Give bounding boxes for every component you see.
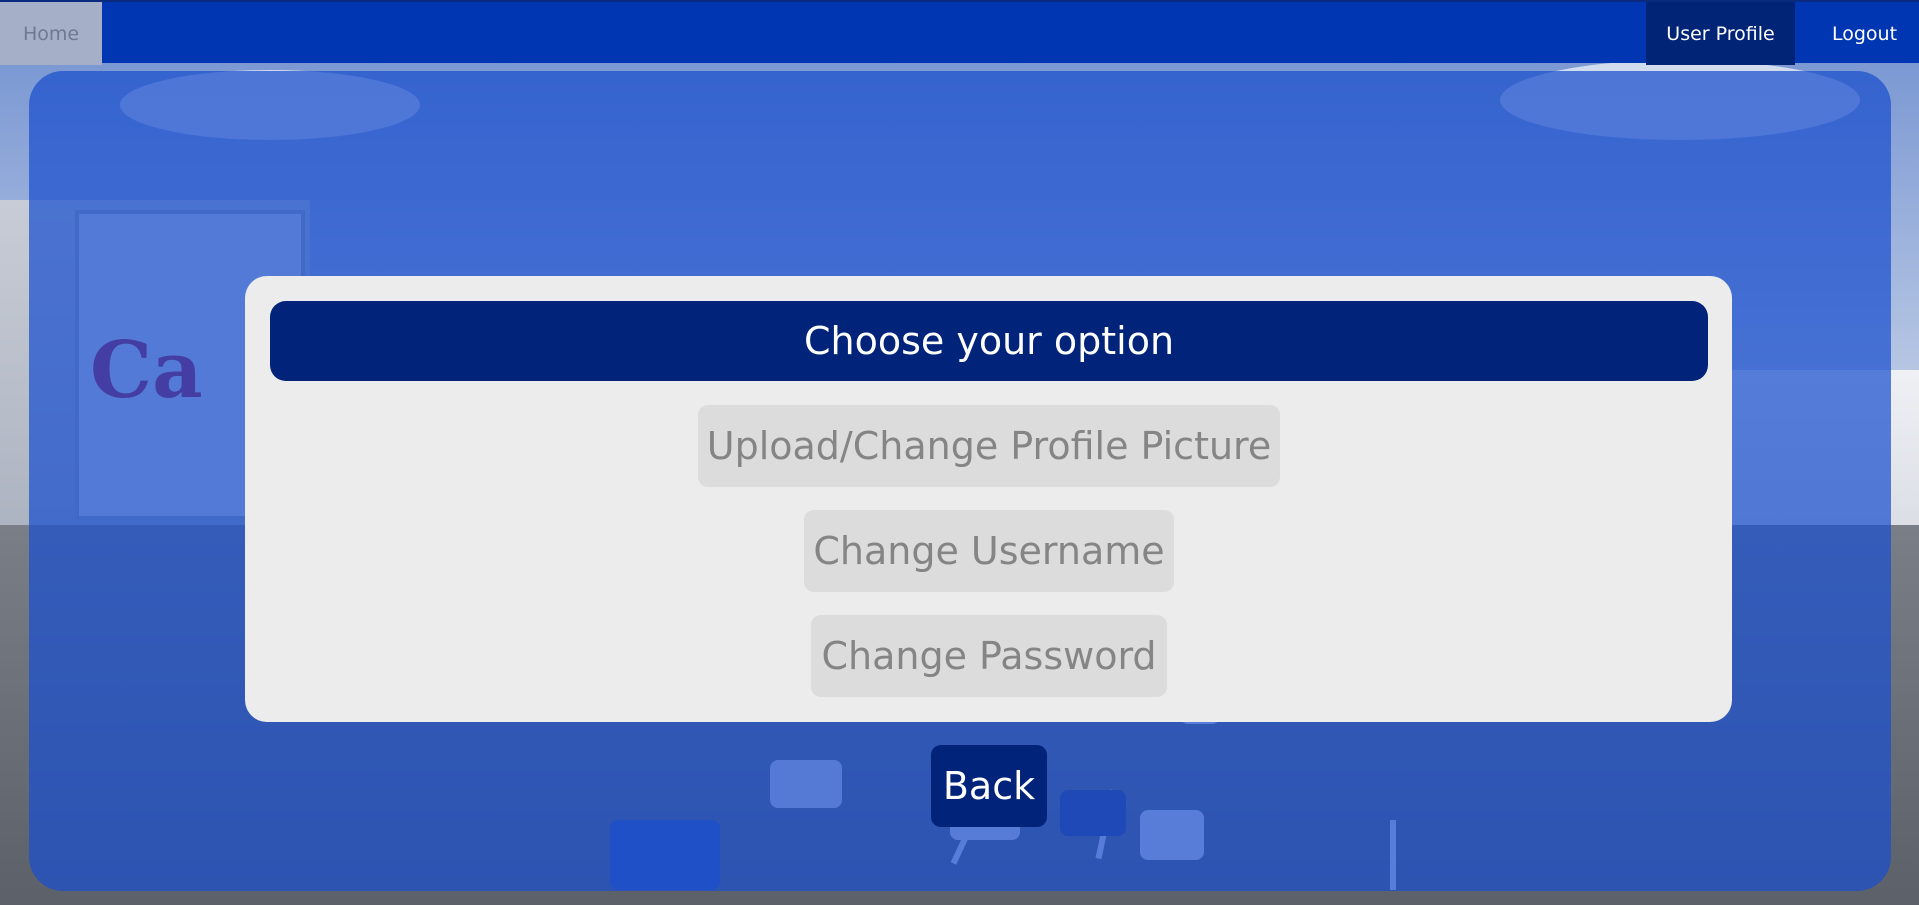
main-overlay-panel: Choose your option Upload/Change Profile… [29, 71, 1891, 891]
upload-profile-picture-button[interactable]: Upload/Change Profile Picture [698, 405, 1280, 487]
options-card: Choose your option Upload/Change Profile… [245, 276, 1732, 722]
card-title: Choose your option [270, 301, 1708, 381]
nav-logout-link[interactable]: Logout [1810, 2, 1919, 65]
nav-user-profile-link[interactable]: User Profile [1646, 2, 1795, 65]
back-button[interactable]: Back [931, 745, 1047, 827]
change-username-button[interactable]: Change Username [804, 510, 1174, 592]
nav-home-link[interactable]: Home [0, 2, 102, 65]
top-navbar: Home User Profile Logout [0, 0, 1919, 65]
change-password-button[interactable]: Change Password [811, 615, 1167, 697]
